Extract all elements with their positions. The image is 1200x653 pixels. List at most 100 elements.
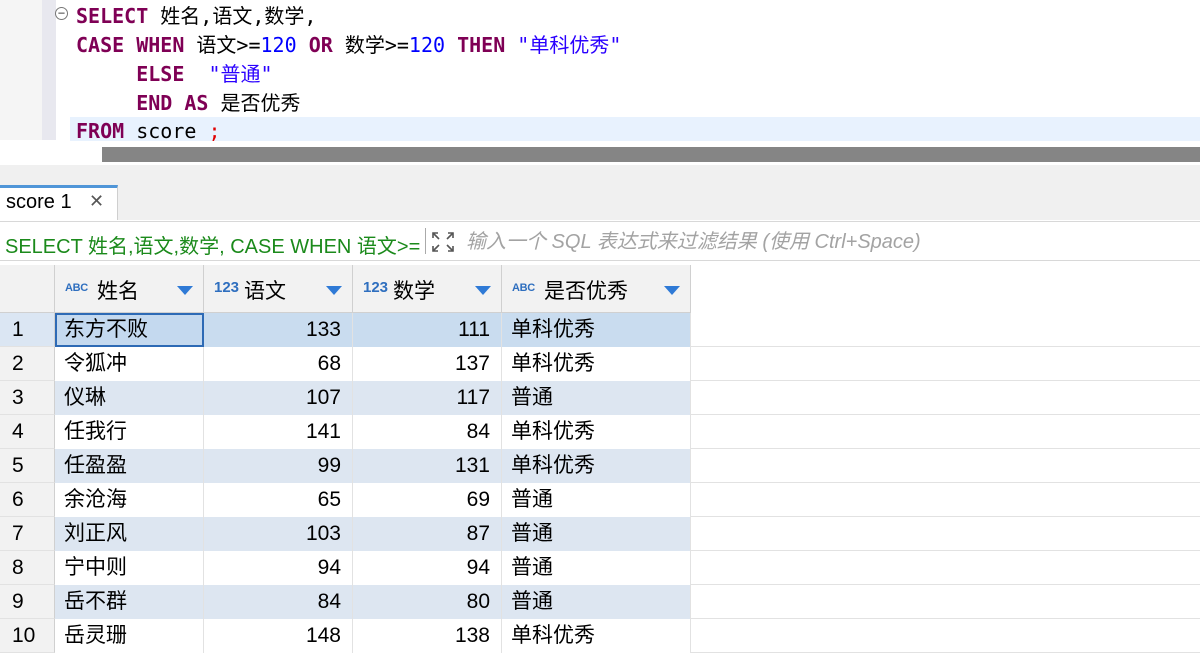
row-number[interactable]: 4	[0, 415, 55, 449]
sql-number: 120	[408, 33, 446, 57]
result-tab-strip	[0, 183, 1200, 220]
expand-icon[interactable]	[430, 230, 456, 254]
chevron-down-icon[interactable]	[326, 286, 342, 295]
sql-string: "单科优秀"	[517, 33, 622, 57]
table-cell[interactable]: 单科优秀	[502, 449, 691, 483]
sql-keyword: FROM	[76, 119, 125, 143]
sql-editor[interactable]: − SELECT 姓名,语文,数学, CASE WHEN 语文>=120 OR 数…	[0, 0, 1200, 145]
tab-score-1[interactable]: score 1 ✕	[0, 185, 118, 220]
code-line[interactable]: SELECT 姓名,语文,数学,	[76, 2, 316, 31]
table-cell[interactable]: 107	[204, 381, 353, 415]
sql-keyword: THEN	[457, 33, 506, 57]
filter-expression-input[interactable]	[466, 228, 1186, 256]
chevron-down-icon[interactable]	[177, 286, 193, 295]
row-number[interactable]: 7	[0, 517, 55, 551]
column-header-label: 数学	[393, 280, 435, 303]
table-cell[interactable]: 单科优秀	[502, 415, 691, 449]
row-number[interactable]: 3	[0, 381, 55, 415]
sql-text: 语文>=	[184, 33, 261, 57]
table-cell[interactable]: 单科优秀	[502, 619, 691, 653]
table-cell[interactable]: 单科优秀	[502, 313, 691, 347]
table-cell[interactable]: 宁中则	[55, 551, 204, 585]
table-cell[interactable]: 84	[353, 415, 502, 449]
table-cell[interactable]: 普通	[502, 381, 691, 415]
sql-text: ;	[208, 119, 221, 143]
chevron-down-icon[interactable]	[664, 286, 680, 295]
table-cell[interactable]: 94	[204, 551, 353, 585]
table-cell[interactable]: 148	[204, 619, 353, 653]
row-number[interactable]: 1	[0, 313, 55, 347]
table-cell[interactable]: 133	[204, 313, 353, 347]
code-line[interactable]: ELSE "普通"	[76, 60, 272, 89]
table-cell[interactable]: 117	[353, 381, 502, 415]
row-number[interactable]: 6	[0, 483, 55, 517]
table-cell[interactable]: 69	[353, 483, 502, 517]
table-cell[interactable]: 111	[353, 313, 502, 347]
table-cell[interactable]: 普通	[502, 585, 691, 619]
table-cell[interactable]: 仪琳	[55, 381, 204, 415]
table-cell[interactable]: 普通	[502, 483, 691, 517]
grid-corner[interactable]	[0, 265, 55, 313]
row-number[interactable]: 9	[0, 585, 55, 619]
table-cell[interactable]: 99	[204, 449, 353, 483]
table-cell[interactable]: 岳灵珊	[55, 619, 204, 653]
column-header[interactable]: ABC 是否优秀	[502, 265, 691, 313]
table-cell[interactable]: 87	[353, 517, 502, 551]
table-cell[interactable]: 131	[353, 449, 502, 483]
row-number[interactable]: 10	[0, 619, 55, 653]
table-cell[interactable]: 80	[353, 585, 502, 619]
code-line[interactable]: END AS 是否优秀	[76, 89, 301, 118]
filter-bar: SELECT 姓名,语文,数学, CASE WHEN 语文>=	[0, 221, 1200, 261]
table-cell[interactable]: 任盈盈	[55, 449, 204, 483]
editor-results-splitter[interactable]	[0, 165, 1200, 344]
chevron-down-icon[interactable]	[475, 286, 491, 295]
sql-text: 数学>=	[332, 33, 409, 57]
row-number[interactable]: 2	[0, 347, 55, 381]
code-line[interactable]: CASE WHEN 语文>=120 OR 数学>=120 THEN "单科优秀"	[76, 31, 621, 60]
table-cell[interactable]: 65	[204, 483, 353, 517]
column-header[interactable]: 123 数学	[353, 265, 502, 313]
table-cell[interactable]: 余沧海	[55, 483, 204, 517]
table-cell[interactable]: 任我行	[55, 415, 204, 449]
editor-gutter	[0, 0, 42, 140]
sql-text: 是否优秀	[208, 91, 301, 115]
row-number[interactable]: 8	[0, 551, 55, 585]
sql-keyword: OR	[308, 33, 333, 57]
column-header-label: 姓名	[97, 280, 139, 303]
table-cell[interactable]: 东方不败	[55, 313, 204, 347]
row-number[interactable]: 5	[0, 449, 55, 483]
table-cell[interactable]: 普通	[502, 517, 691, 551]
sql-keyword: WHEN	[136, 33, 185, 57]
table-cell[interactable]: 68	[204, 347, 353, 381]
table-cell[interactable]: 单科优秀	[502, 347, 691, 381]
table-cell[interactable]: 138	[353, 619, 502, 653]
text-type-icon: ABC	[65, 282, 88, 294]
table-cell[interactable]: 94	[353, 551, 502, 585]
table-cell[interactable]: 137	[353, 347, 502, 381]
scrollbar-thumb[interactable]	[102, 147, 1200, 162]
table-cell[interactable]: 岳不群	[55, 585, 204, 619]
number-type-icon: 123	[363, 279, 389, 296]
table-cell[interactable]: 141	[204, 415, 353, 449]
close-icon[interactable]: ✕	[89, 191, 104, 212]
table-cell[interactable]: 普通	[502, 551, 691, 585]
query-text: SELECT 姓名,语文,数学, CASE WHEN 语文>=	[5, 236, 421, 258]
result-grid[interactable]: ABC 姓名 123 语文 123 数学 ABC 是否优秀 1 东方不败 133 111 单科优秀 2 令狐…	[0, 265, 1200, 653]
filter-divider	[425, 228, 426, 254]
column-header-label: 是否优秀	[544, 280, 628, 303]
sql-keyword: ELSE	[136, 62, 185, 86]
table-cell[interactable]: 令狐冲	[55, 347, 204, 381]
column-header[interactable]: ABC 姓名	[55, 265, 204, 313]
fold-collapse-icon[interactable]: −	[55, 7, 68, 20]
table-cell[interactable]: 刘正风	[55, 517, 204, 551]
table-cell[interactable]: 84	[204, 585, 353, 619]
table-cell[interactable]: 103	[204, 517, 353, 551]
column-header[interactable]: 123 语文	[204, 265, 353, 313]
text-type-icon: ABC	[512, 282, 535, 294]
